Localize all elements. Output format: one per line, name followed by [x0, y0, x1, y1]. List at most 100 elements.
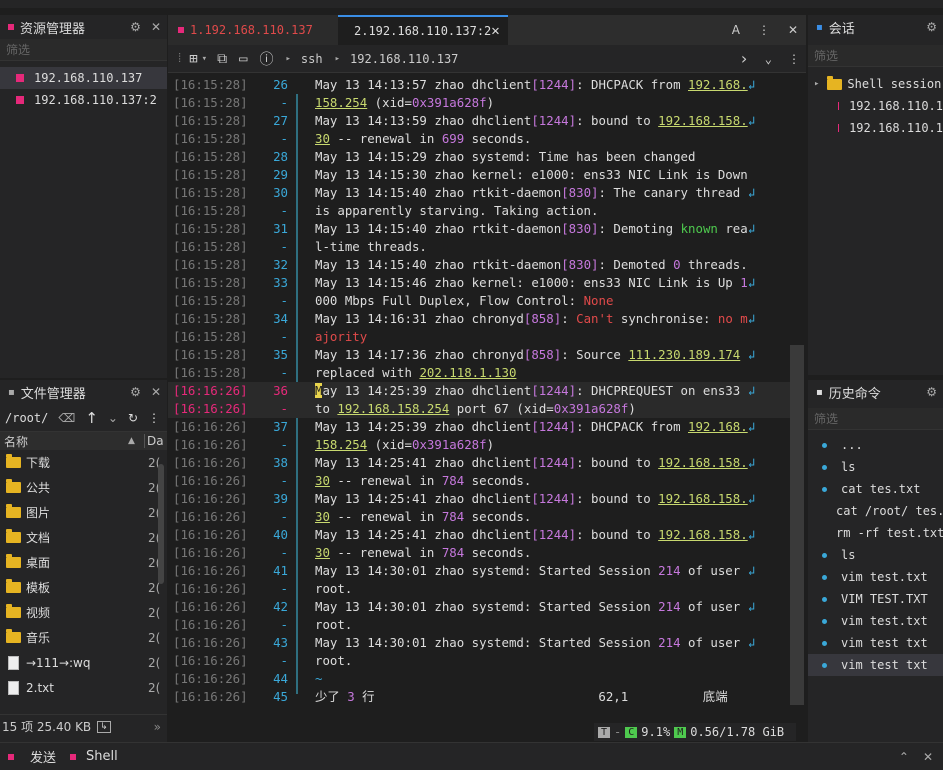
duplicate-icon[interactable]: ⧉: [217, 51, 227, 67]
bottom-bar: 发送 Shell ⌃ ✕: [0, 742, 943, 770]
more-icon[interactable]: ⋮: [788, 52, 800, 66]
tab-send[interactable]: 发送: [30, 747, 56, 766]
col-name-header[interactable]: 名称: [4, 433, 28, 450]
history-list: ... ls cat tes.txt cat /root/ tes. rm -rf te…: [808, 434, 943, 676]
file-list-item[interactable]: 公共 2(: [0, 475, 167, 500]
terminal-line: [16:16:26] 37 May 13 14:25:39 zhao dhclien…: [168, 418, 790, 436]
file-scrollbar[interactable]: [158, 464, 164, 584]
more-icon[interactable]: ⋮: [148, 411, 160, 425]
file-manager-header: ▪ 文件管理器 ⚙ ✕: [0, 380, 167, 404]
font-icon[interactable]: A: [732, 23, 740, 37]
new-tab-icon[interactable]: ⊞: [189, 51, 197, 67]
protocol-label[interactable]: ssh: [301, 52, 323, 66]
line-number: 45: [273, 689, 288, 704]
file-list-item[interactable]: →111→:wq 2(: [0, 650, 167, 675]
session-filter-input[interactable]: 筛选: [808, 45, 943, 67]
chevron-right-icon[interactable]: ›: [739, 49, 749, 68]
gear-icon[interactable]: ⚙: [130, 385, 141, 399]
history-item[interactable]: cat /root/ tes.: [808, 500, 943, 522]
tab-session-1[interactable]: 1.192.168.110.137: [168, 15, 338, 45]
file-list-item[interactable]: 模板 2(: [0, 575, 167, 600]
file-list-item[interactable]: 2.txt 2(: [0, 675, 167, 700]
chevron-down-icon[interactable]: ▾: [202, 54, 207, 64]
file-icon: [8, 655, 19, 670]
log-text: May 13 14:25:39 zhao dhclient[1244]: DHC…: [315, 383, 756, 398]
history-item[interactable]: cat tes.txt: [808, 478, 943, 500]
file-list-item[interactable]: 图片 2(: [0, 500, 167, 525]
chevron-down-icon[interactable]: ⌄: [765, 52, 772, 66]
file-manager-title: 文件管理器: [20, 386, 86, 402]
chevron-down-icon[interactable]: ⌄: [108, 411, 118, 425]
sort-up-icon[interactable]: ▲: [128, 436, 135, 446]
file-list-item[interactable]: 下载 2(: [0, 450, 167, 475]
line-number: -: [280, 95, 288, 110]
tab-session-2[interactable]: 2.192.168.110.137:2 ✕: [338, 15, 508, 45]
close-icon[interactable]: ✕: [788, 23, 798, 37]
history-item[interactable]: rm -rf test.txt: [808, 522, 943, 544]
tab-actions: A ⋮ ✕: [732, 15, 806, 45]
refresh-icon[interactable]: ↻: [128, 411, 138, 425]
history-command: ls: [841, 548, 856, 562]
history-filter-input[interactable]: 筛选: [808, 408, 943, 430]
history-item[interactable]: vim test.txt: [808, 566, 943, 588]
split-icon[interactable]: ▭: [239, 51, 247, 67]
terminal-line: [16:16:26] - root.: [168, 616, 790, 634]
file-list-item[interactable]: 桌面 2(: [0, 550, 167, 575]
info-icon[interactable]: ⓘ: [260, 49, 274, 69]
clear-path-icon[interactable]: ⌫: [58, 411, 75, 425]
transfer-icon[interactable]: ↳: [97, 720, 111, 733]
gear-icon[interactable]: ⚙: [926, 385, 937, 399]
bullet-icon: [822, 486, 827, 492]
host-label[interactable]: 192.168.110.137: [350, 52, 458, 66]
history-item[interactable]: ls: [808, 456, 943, 478]
up-arrow-icon[interactable]: ↑: [85, 409, 98, 427]
close-icon[interactable]: ✕: [151, 385, 161, 399]
file-list-item[interactable]: 视频 2(: [0, 600, 167, 625]
line-number: 41: [273, 563, 288, 578]
line-number: 32: [273, 257, 288, 272]
saved-session-item[interactable]: 192.168.110.1: [808, 117, 943, 139]
collapse-icon[interactable]: »: [154, 720, 161, 734]
history-item[interactable]: VIM TEST.TXT: [808, 588, 943, 610]
vertical-ellipsis-icon[interactable]: ⋮: [758, 23, 770, 37]
session-panel-icon: ▪: [816, 21, 823, 33]
file-list-item[interactable]: 文档 2(: [0, 525, 167, 550]
drag-handle-icon[interactable]: ⁞: [176, 51, 183, 66]
gear-icon[interactable]: ⚙: [130, 20, 141, 34]
resource-filter-input[interactable]: 筛选: [0, 39, 167, 61]
tab-shell[interactable]: Shell: [86, 749, 118, 764]
session-item[interactable]: 192.168.110.137:2: [0, 89, 167, 111]
panel-marker-icon: [8, 24, 14, 30]
close-tab-icon[interactable]: ✕: [491, 23, 499, 39]
terminal-output[interactable]: [16:15:28] 26 May 13 14:13:57 zhao dhclien…: [168, 76, 790, 706]
col-date-header[interactable]: Da: [144, 434, 164, 448]
terminal-line: [16:15:28] 27 May 13 14:13:59 zhao dhclien…: [168, 112, 790, 130]
terminal-line: [16:15:28] - ajority: [168, 328, 790, 346]
terminal-line: [16:16:26] 36 May 13 14:25:39 zhao dhclien…: [168, 382, 790, 400]
log-text: May 13 14:25:41 zhao dhclient[1244]: bou…: [315, 527, 756, 542]
history-item[interactable]: ls: [808, 544, 943, 566]
line-number: -: [280, 365, 288, 380]
close-icon[interactable]: ✕: [151, 20, 161, 34]
saved-session-item[interactable]: 192.168.110.1: [808, 95, 943, 117]
history-item[interactable]: vim test.txt: [808, 610, 943, 632]
close-icon[interactable]: ✕: [923, 750, 933, 764]
line-number: -: [280, 509, 288, 524]
history-item[interactable]: ...: [808, 434, 943, 456]
file-list-item[interactable]: 音乐 2(: [0, 625, 167, 650]
history-item[interactable]: vim test txt: [808, 632, 943, 654]
timestamp: [16:16:26]: [173, 437, 248, 452]
folder-icon: [6, 629, 21, 643]
chevron-right-icon[interactable]: ▸: [814, 79, 819, 89]
session-group[interactable]: ▸ Shell session: [808, 73, 943, 95]
timestamp: [16:16:26]: [173, 383, 248, 398]
session-item[interactable]: 192.168.110.137: [0, 67, 167, 89]
file-name: 视频: [26, 606, 51, 620]
timestamp: [16:15:28]: [173, 95, 248, 110]
path-input[interactable]: /root/: [5, 411, 48, 425]
chevron-up-icon[interactable]: ⌃: [899, 750, 909, 764]
terminal-scrollbar[interactable]: [790, 345, 804, 705]
gear-icon[interactable]: ⚙: [926, 20, 937, 34]
history-item[interactable]: vim test txt: [808, 654, 943, 676]
tab-bar: 1.192.168.110.137 2.192.168.110.137:2 ✕ …: [168, 15, 806, 45]
